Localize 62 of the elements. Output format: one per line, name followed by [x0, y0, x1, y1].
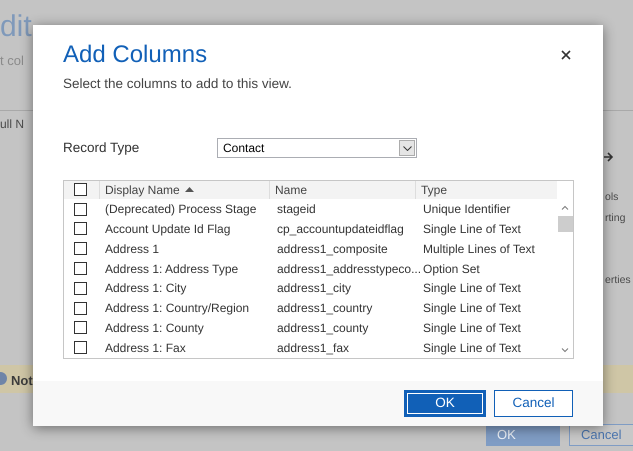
table-cell-text: Address 1: Address Type: [104, 260, 240, 278]
field-label: Record Type: [63, 139, 140, 158]
table-row[interactable]: (Deprecated) Process Stage stageid Unique Identifier: [64, 199, 557, 220]
table-cell-text: Unique Identifier: [422, 201, 512, 218]
page-title: dit: [0, 12, 32, 42]
table-row[interactable]: Address 1: Country/Region address1_country Single Line of Text: [64, 298, 557, 318]
column-header[interactable]: Name: [270, 180, 416, 200]
column-header[interactable]: Display Name: [100, 180, 270, 200]
table-cell-text: Address 1: County: [104, 320, 205, 337]
arrow-icon[interactable]: [604, 151, 614, 163]
close-icon[interactable]: [561, 50, 571, 60]
table-cell-text: Single Line of Text: [422, 340, 522, 357]
checkbox[interactable]: [74, 242, 87, 256]
chevron-down-icon: [402, 146, 412, 151]
table-cell-text: address1_fax: [276, 340, 350, 357]
table-cell-text: Address 1: Fax: [104, 340, 187, 357]
checkbox[interactable]: [74, 222, 87, 236]
cancel-button[interactable]: Cancel: [494, 390, 573, 417]
side-item[interactable]: rting: [605, 211, 626, 227]
table-cell-text: address1_county: [276, 320, 370, 337]
ok-button[interactable]: OK: [404, 390, 486, 417]
table-cell-text: (Deprecated) Process Stage: [104, 201, 258, 218]
table-cell-text: address1_composite: [276, 240, 389, 258]
checkbox[interactable]: [74, 282, 87, 295]
checkbox[interactable]: [74, 321, 87, 334]
side-item[interactable]: erties: [605, 273, 631, 289]
table-cell-text: Single Line of Text: [422, 320, 522, 337]
table-cell-text: Single Line of Text: [422, 280, 522, 298]
table-cell-text: address1_country: [276, 300, 374, 318]
table-cell-text: Multiple Lines of Text: [422, 240, 536, 258]
table-cell-text: address1_addresstypeco...: [276, 260, 422, 278]
sort-ascending-icon: [184, 187, 194, 192]
table-cell-text: address1_city: [276, 280, 352, 298]
column-header[interactable]: Type: [416, 180, 557, 200]
table-row[interactable]: Address 1 address1_composite Multiple Lines of Text: [64, 238, 557, 259]
table-row[interactable]: Address 1: Fax address1_fax Single Line of Text: [64, 338, 557, 358]
table-cell-text: Single Line of Text: [422, 300, 522, 318]
table-cell-text: Single Line of Text: [422, 220, 522, 238]
checkbox[interactable]: [74, 183, 87, 196]
table-cell-text: stageid: [276, 201, 317, 218]
side-item[interactable]: ols: [605, 190, 618, 206]
checkbox[interactable]: [74, 262, 87, 276]
table-row[interactable]: Address 1: County address1_county Single Line of Text: [64, 318, 557, 338]
table-row[interactable]: Account Update Id Flag cp_accountupdateidflag Single Line of Text: [64, 219, 557, 239]
table-row[interactable]: Address 1: City address1_city Single Line of Text: [64, 278, 557, 298]
checkbox[interactable]: [74, 302, 87, 315]
table-cell-text: Address 1: Country/Region: [104, 300, 250, 318]
table-cell-text: Address 1: City: [104, 280, 188, 298]
dialog-title: Add Columns: [63, 40, 208, 70]
table-row[interactable]: Address 1: Address Type address1_addresstypeco...Option Set: [64, 258, 557, 278]
table-cell-text: cp_accountupdateidflag: [276, 220, 405, 238]
table-cell-text: Option Set: [422, 260, 481, 278]
scrollbar-thumb[interactable]: [558, 216, 572, 232]
table-cell-text: Account Update Id Flag: [104, 220, 232, 238]
column-header: ull N: [0, 116, 24, 133]
notice-text: Not: [11, 372, 33, 390]
checkbox[interactable]: [74, 202, 87, 216]
record-type-dropdown[interactable]: Contact: [217, 138, 417, 158]
dialog-subtitle: Select the columns to add to this view.: [63, 75, 293, 93]
checkbox[interactable]: [74, 341, 87, 354]
table-cell-text: Address 1: [104, 240, 160, 258]
page-subtitle: t col: [0, 52, 24, 70]
